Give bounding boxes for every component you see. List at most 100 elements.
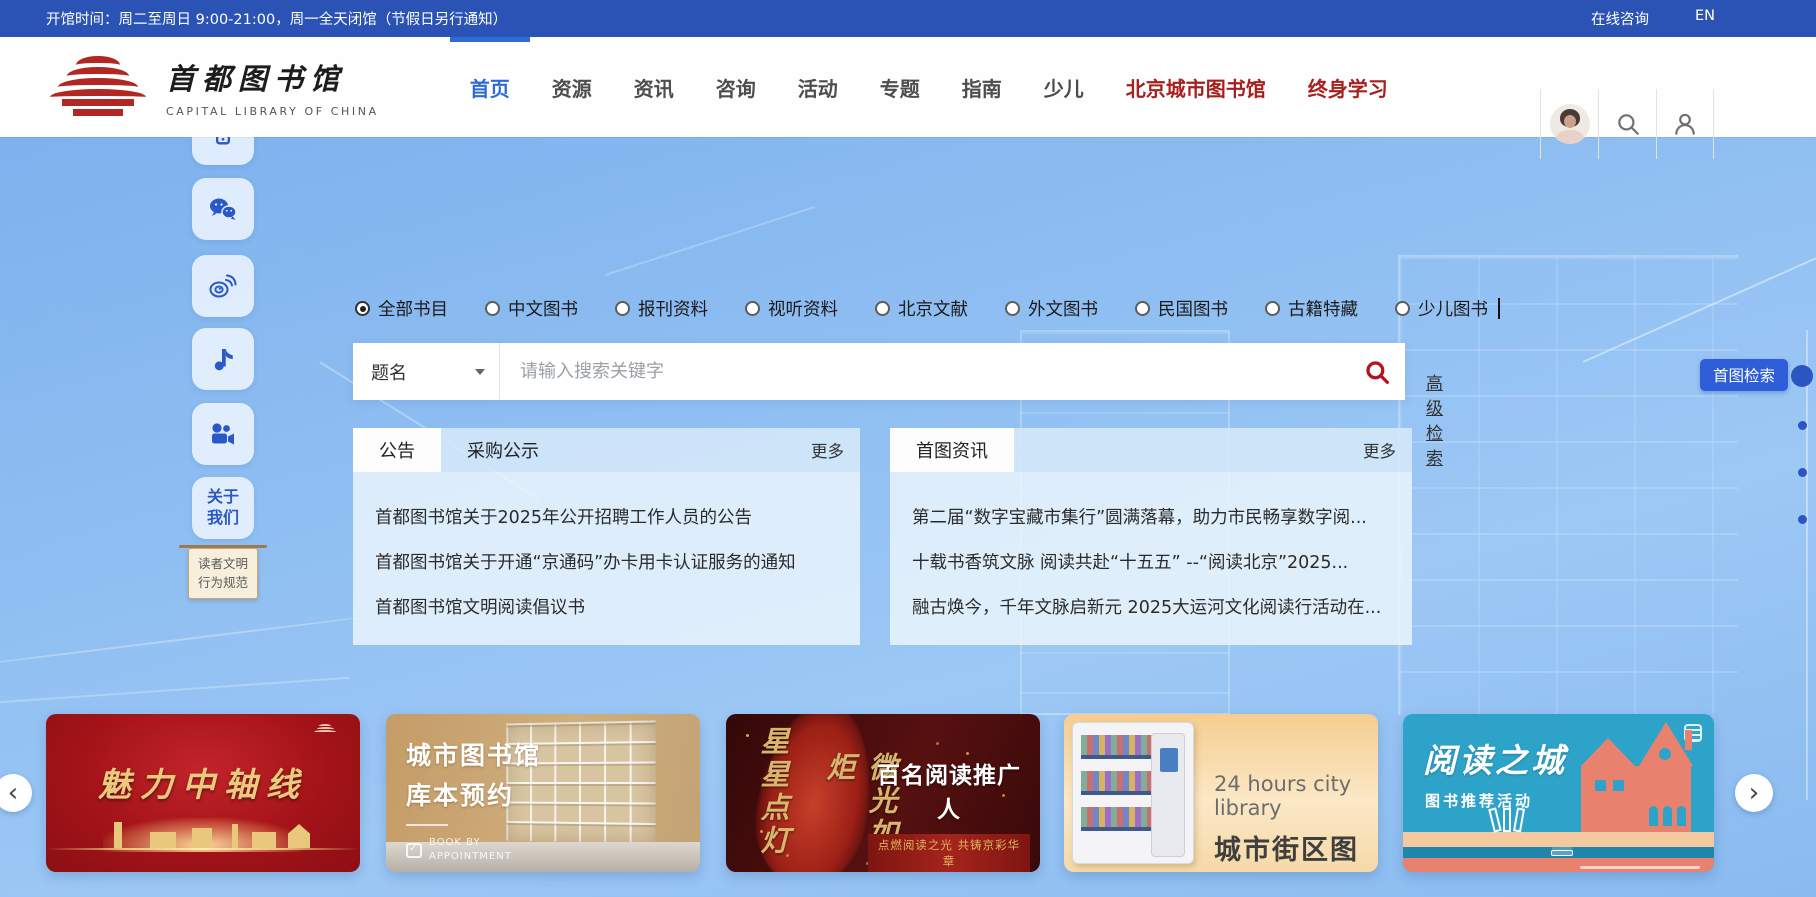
list-item[interactable]: 融古焕今，千年文脉启新元 2025大运河文化阅读行活动在... [912, 594, 1390, 619]
nav-item-home[interactable]: 首页 [449, 37, 531, 137]
stripe [1403, 832, 1714, 847]
nav-item-activities[interactable]: 活动 [777, 37, 859, 137]
douyin-button[interactable] [192, 328, 254, 390]
radio-all-catalog[interactable]: 全部书目 [355, 296, 448, 321]
banner-central-axis[interactable]: 魅力中轴线 [46, 714, 360, 872]
divider [406, 824, 448, 826]
search-field-select[interactable]: 题名 [353, 343, 500, 400]
header-search-button[interactable] [1598, 89, 1656, 159]
organizer-text-art [1580, 866, 1700, 869]
radio-icon [1395, 301, 1410, 316]
tab-announcements[interactable]: 公告 [353, 428, 441, 472]
nav-item-children[interactable]: 少儿 [1023, 37, 1105, 137]
nav-item-consult[interactable]: 咨询 [695, 37, 777, 137]
nav-item-resources[interactable]: 资源 [531, 37, 613, 137]
radio-label: 外文图书 [1028, 300, 1098, 320]
list-item[interactable]: 首都图书馆关于开通“京通码”办卡用卡认证服务的通知 [375, 549, 838, 574]
house-window [1613, 780, 1624, 791]
section-dot-active[interactable] [1791, 365, 1813, 387]
list-item[interactable]: 第二届“数字宝藏市集行”圆满落幕，助力市民畅享数字阅... [912, 504, 1390, 529]
list-item[interactable]: 十载书香筑文脉 阅读共赴“十五五” --“阅读北京”2025... [912, 549, 1390, 574]
banner-tag: BOOK BY APPOINTMENT [429, 837, 512, 862]
radio-audiovisual[interactable]: 视听资料 [745, 296, 838, 321]
banner-24h-library[interactable]: 24 hours city library 城市街区图书馆 [1064, 714, 1378, 872]
wechat-button[interactable] [192, 178, 254, 240]
nav-item-lifelong-learning[interactable]: 终身学习 [1287, 37, 1409, 137]
list-item[interactable]: 首都图书馆关于2025年公开招聘工作人员的公告 [375, 504, 838, 529]
chevron-down-icon [475, 368, 485, 375]
radio-label: 古籍特藏 [1288, 300, 1358, 320]
banner-title: 库本预约 [406, 781, 515, 810]
carousel-next-button[interactable]: › [1735, 774, 1773, 812]
nav-item-news[interactable]: 资讯 [613, 37, 695, 137]
catalog-category-row: 全部书目 中文图书 报刊资料 视听资料 北京文献 外文图书 民国图书 古籍特藏 … [355, 296, 1500, 321]
list-item[interactable]: 首都图书馆文明阅读倡议书 [375, 594, 838, 619]
advanced-search-link[interactable]: 高级检索 [1426, 369, 1443, 469]
search-icon [1366, 360, 1389, 384]
news-more-link[interactable]: 更多 [1363, 428, 1396, 472]
radio-label: 视听资料 [768, 300, 838, 320]
logo-subtitle: CAPITAL LIBRARY OF CHINA [166, 105, 379, 118]
account-button[interactable] [1656, 89, 1714, 159]
skyline-building [252, 832, 276, 848]
radio-icon [745, 301, 760, 316]
radio-children-books[interactable]: 少儿图书 [1395, 296, 1500, 321]
house-roof [1581, 738, 1635, 766]
radio-label: 报刊资料 [638, 300, 708, 320]
radio-republican-books[interactable]: 民国图书 [1135, 296, 1228, 321]
book-vending-machine [1072, 722, 1194, 864]
radio-chinese-books[interactable]: 中文图书 [485, 296, 578, 321]
radio-label: 民国图书 [1158, 300, 1228, 320]
online-consult-link[interactable]: 在线咨询 [1591, 8, 1649, 29]
books-art [1488, 806, 1531, 833]
radio-periodicals[interactable]: 报刊资料 [615, 296, 708, 321]
book-stack-art [1551, 850, 1573, 856]
tab-library-news[interactable]: 首图资讯 [890, 428, 1014, 472]
skyline-building [192, 828, 212, 848]
banner-title-en: 24 hours city library [1214, 772, 1352, 820]
user-avatar[interactable] [1540, 89, 1598, 159]
banner-reading-promoters[interactable]: 星星点灯 微光如炬 百名阅读推广人 点燃阅读之光 共铸京彩华章 主办：首都图书馆… [726, 714, 1040, 872]
search-input[interactable] [500, 343, 1349, 400]
section-dot[interactable] [1797, 515, 1807, 524]
topbar: 开馆时间：周二至周日 9:00-21:00，周一全天闭馆（节假日另行通知） 在线… [0, 0, 1816, 37]
announcements-more-link[interactable]: 更多 [811, 428, 844, 472]
section-dot[interactable] [1797, 468, 1807, 477]
radio-icon [485, 301, 500, 316]
banner-reading-city[interactable]: 阅读之城 图书推荐活动 [1403, 714, 1714, 872]
radio-icon [1135, 301, 1150, 316]
background-line-art [605, 206, 815, 276]
search-submit-button[interactable] [1349, 343, 1405, 400]
chevron-right-icon: › [1748, 778, 1760, 808]
shoutu-search-button[interactable]: 首图检索 [1700, 359, 1788, 391]
chevron-left-icon: ‹ [7, 778, 19, 808]
kuaishou-icon [212, 423, 234, 445]
weibo-button[interactable] [192, 255, 254, 317]
background-line-art [0, 614, 379, 668]
radio-ancient-books[interactable]: 古籍特藏 [1265, 296, 1358, 321]
announcements-list: 首都图书馆关于2025年公开招聘工作人员的公告 首都图书馆关于开通“京通码”办卡… [353, 472, 860, 645]
catalog-search-bar: 题名 [353, 343, 1405, 400]
house-art [1581, 766, 1691, 832]
site-logo[interactable]: 首都图书馆 CAPITAL LIBRARY OF CHINA [46, 55, 379, 119]
skyline-building [150, 832, 176, 848]
nav-item-beijing-city-library[interactable]: 北京城市图书馆 [1105, 37, 1287, 137]
carousel-prev-button[interactable]: ‹ [0, 774, 32, 812]
radio-foreign-books[interactable]: 外文图书 [1005, 296, 1098, 321]
announcements-tabbar: 公告 采购公示 更多 [353, 428, 860, 472]
banner-book-reservation[interactable]: 城市图书馆 库本预约 BOOK BY APPOINTMENT [386, 714, 700, 872]
radio-icon [1005, 301, 1020, 316]
tab-procurement[interactable]: 采购公示 [441, 428, 565, 472]
reader-conduct-note[interactable]: 读者文明 行为规范 [179, 545, 267, 599]
banner-title: 城市街区图书馆 [1214, 835, 1359, 866]
section-dot[interactable] [1797, 421, 1807, 430]
nav-item-topics[interactable]: 专题 [859, 37, 941, 137]
nav-item-guide[interactable]: 指南 [941, 37, 1023, 137]
section-dot-nav [1791, 365, 1813, 524]
logo-title: 首都图书馆 [166, 62, 347, 96]
radio-beijing-documents[interactable]: 北京文献 [875, 296, 968, 321]
kuaishou-button[interactable] [192, 403, 254, 465]
about-us-button[interactable]: 关于 我们 [192, 477, 254, 539]
language-toggle[interactable]: EN [1695, 8, 1715, 29]
wechat-icon [210, 198, 237, 220]
